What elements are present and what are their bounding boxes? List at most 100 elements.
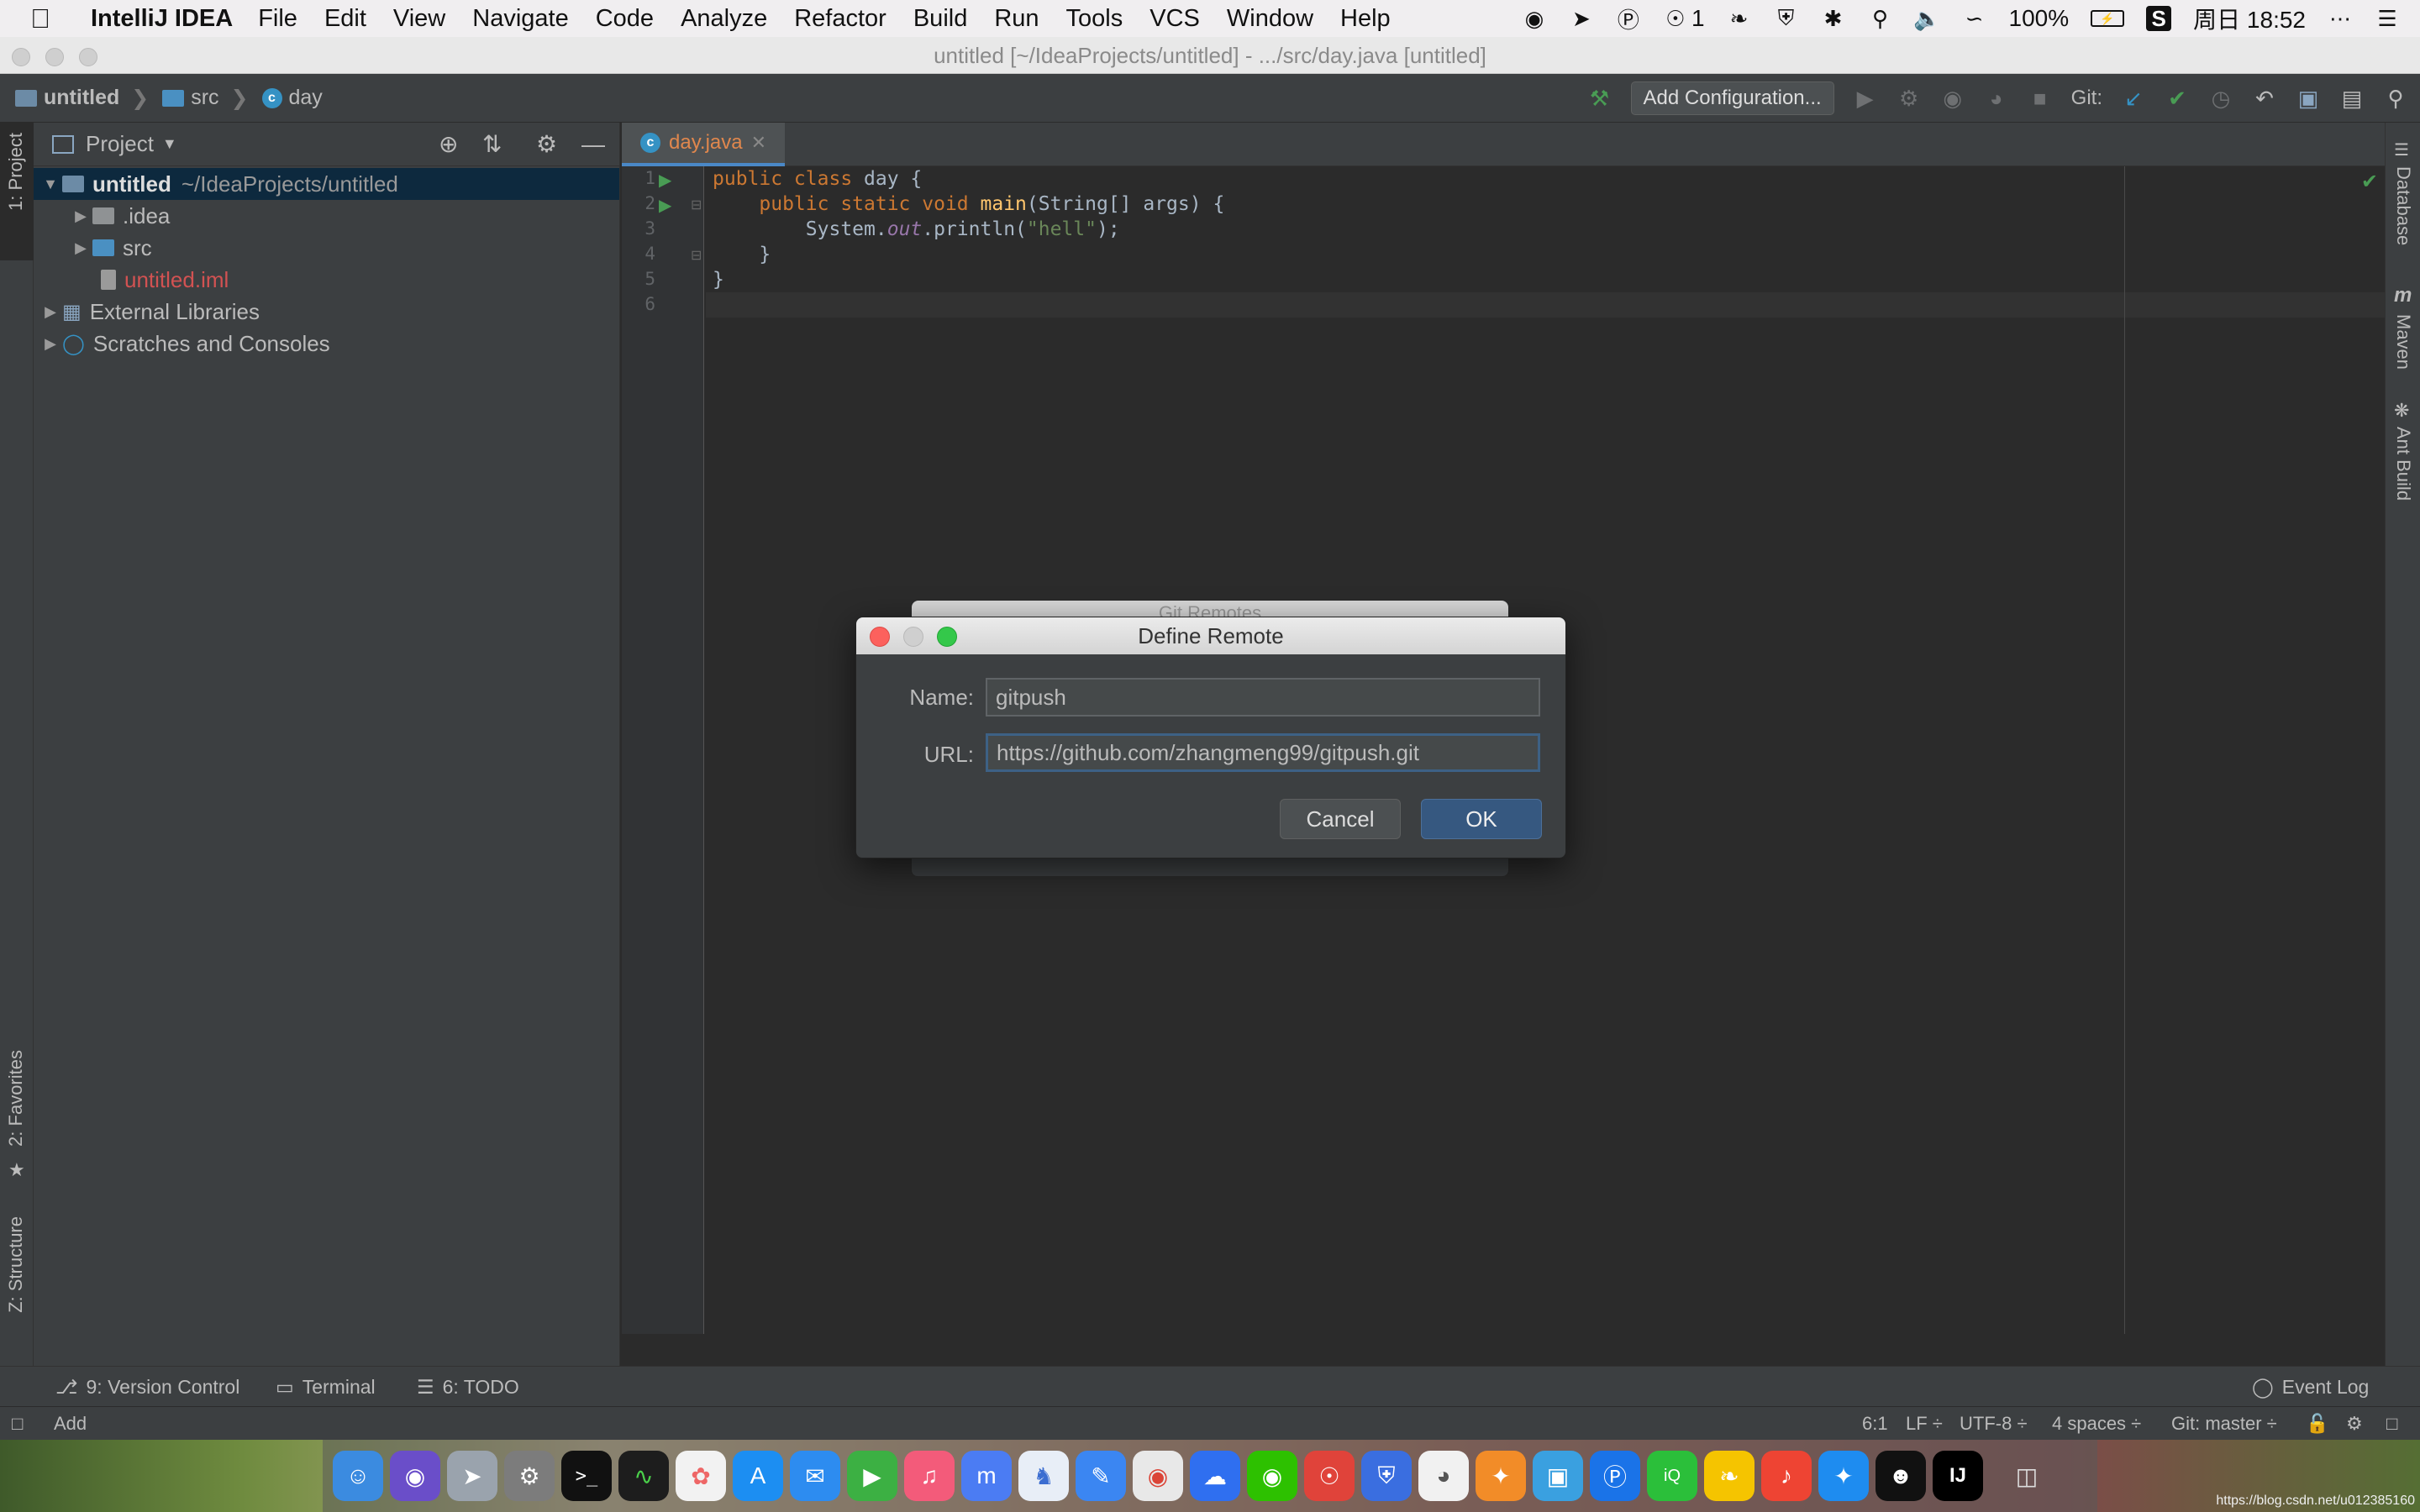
- cancel-button[interactable]: Cancel: [1280, 799, 1401, 839]
- shield-app-icon[interactable]: ⛨: [1361, 1451, 1412, 1501]
- trash-icon[interactable]: ◫: [2002, 1451, 2052, 1501]
- wifi-icon[interactable]: ∽: [1962, 6, 1987, 31]
- spotlight-search-icon[interactable]: ⚲: [1868, 6, 1893, 31]
- apple-icon[interactable]: : [30, 3, 64, 34]
- notification-center-icon[interactable]: ☰: [2375, 6, 2400, 31]
- git-branch-selector[interactable]: Git: master ÷: [2171, 1407, 2277, 1441]
- tab-day-java[interactable]: c day.java ✕: [622, 123, 786, 166]
- inspector-icon[interactable]: ⚙: [2346, 1407, 2363, 1441]
- memory-icon[interactable]: □: [2386, 1407, 2397, 1441]
- toggle-tool-windows-icon[interactable]: □: [12, 1407, 23, 1441]
- onepassword-tray-icon[interactable]: Ⓟ: [1616, 6, 1641, 33]
- breadcrumb-src[interactable]: src ❯: [162, 86, 253, 111]
- app-store-icon[interactable]: A: [733, 1451, 783, 1501]
- collapse-all-icon[interactable]: ⇅: [482, 130, 502, 158]
- terminal-app-icon[interactable]: >_: [561, 1451, 612, 1501]
- finder-icon[interactable]: ☺: [333, 1451, 383, 1501]
- battery-percent[interactable]: 100%: [2009, 5, 2070, 32]
- search-everywhere-icon[interactable]: ⚲: [2383, 86, 2408, 112]
- run-icon[interactable]: ▶: [1853, 86, 1878, 112]
- run-class-gutter-icon[interactable]: ▶: [659, 170, 671, 191]
- music-icon[interactable]: ♫: [904, 1451, 955, 1501]
- photos-icon[interactable]: ✿: [676, 1451, 726, 1501]
- notes-pen-icon[interactable]: ✎: [1076, 1451, 1126, 1501]
- indent-selector[interactable]: 4 spaces ÷: [2052, 1407, 2141, 1441]
- shield-tray-icon[interactable]: ⛨: [1774, 5, 1799, 31]
- tree-node-src[interactable]: ▶ src: [34, 232, 619, 264]
- bluetooth-icon[interactable]: ✱: [1821, 6, 1846, 31]
- collapsed-arrow-icon[interactable]: ▶: [69, 239, 92, 257]
- menu-code[interactable]: Code: [596, 5, 654, 33]
- add-configuration-button[interactable]: Add Configuration...: [1630, 81, 1834, 115]
- tool-tab-event-log[interactable]: ◯ Event Log: [2252, 1367, 2369, 1407]
- remote-url-field[interactable]: https://github.com/zhangmeng99/gitpush.g…: [986, 733, 1540, 772]
- menu-refactor[interactable]: Refactor: [794, 5, 886, 33]
- mindnode-icon[interactable]: m: [961, 1451, 1012, 1501]
- netease-music-icon[interactable]: ♪: [1761, 1451, 1812, 1501]
- launchpad-icon[interactable]: ➤: [447, 1451, 497, 1501]
- tool-tab-database[interactable]: Database: [2392, 166, 2414, 245]
- chevron-down-icon[interactable]: ▼: [162, 135, 177, 153]
- more-icon[interactable]: ⋯: [2328, 6, 2353, 31]
- caret-position[interactable]: 6:1: [1862, 1407, 1888, 1441]
- activity-monitor-icon[interactable]: ∿: [618, 1451, 669, 1501]
- wechat-icon[interactable]: ◉: [1247, 1451, 1297, 1501]
- close-dialog-icon[interactable]: [870, 627, 890, 647]
- system-preferences-icon[interactable]: ⚙: [504, 1451, 555, 1501]
- tool-tab-structure[interactable]: Z: Structure: [5, 1216, 27, 1313]
- menu-help[interactable]: Help: [1340, 5, 1391, 33]
- presentation-icon[interactable]: ▤: [2339, 86, 2365, 112]
- facetime-icon[interactable]: ▶: [847, 1451, 897, 1501]
- paw-app-icon[interactable]: ✦: [1476, 1451, 1526, 1501]
- tool-tab-todo[interactable]: ☰ 6: TODO: [417, 1367, 519, 1407]
- menu-tools[interactable]: Tools: [1066, 5, 1123, 33]
- onepassword-icon[interactable]: Ⓟ: [1590, 1451, 1640, 1501]
- git-update-icon[interactable]: ↙: [2121, 86, 2146, 112]
- menu-build[interactable]: Build: [913, 5, 968, 33]
- tree-node-idea[interactable]: ▶ .idea: [34, 200, 619, 232]
- butterfly-app-icon[interactable]: ❧: [1704, 1451, 1754, 1501]
- tree-node-scratches[interactable]: ▶ ◯ Scratches and Consoles: [34, 328, 619, 360]
- zoom-dialog-icon[interactable]: [937, 627, 957, 647]
- menu-vcs[interactable]: VCS: [1150, 5, 1200, 33]
- run-main-gutter-icon[interactable]: ▶: [659, 195, 671, 216]
- menu-analyze[interactable]: Analyze: [681, 5, 767, 33]
- siri-icon[interactable]: ◉: [390, 1451, 440, 1501]
- project-view-selector[interactable]: Project: [86, 131, 154, 157]
- safari-icon[interactable]: ✦: [1818, 1451, 1869, 1501]
- feather-tray-icon[interactable]: ❧: [1727, 6, 1752, 31]
- hide-panel-icon[interactable]: —: [581, 131, 605, 158]
- tool-tab-ant-build[interactable]: Ant Build: [2392, 427, 2414, 501]
- zoom-window-icon[interactable]: [79, 48, 97, 66]
- expanded-arrow-icon[interactable]: ▼: [39, 176, 62, 193]
- tool-tab-favorites[interactable]: 2: Favorites: [5, 1050, 27, 1147]
- tool-tab-project[interactable]: 1: Project: [5, 133, 27, 211]
- tool-tab-maven[interactable]: Maven: [2392, 314, 2414, 370]
- clock[interactable]: 周日 18:52: [2193, 2, 2306, 35]
- iqiyi-icon[interactable]: iQ: [1647, 1451, 1697, 1501]
- battery-icon[interactable]: ⚡: [2091, 10, 2125, 27]
- fold-icon[interactable]: ⊟: [691, 197, 702, 213]
- build-hammer-icon[interactable]: ⚒: [1587, 86, 1612, 112]
- breadcrumb-project[interactable]: untitled ❯: [15, 86, 154, 111]
- close-window-icon[interactable]: [12, 48, 30, 66]
- weibo-icon[interactable]: ☉: [1304, 1451, 1355, 1501]
- locate-target-icon[interactable]: ⊕: [439, 130, 458, 158]
- intellij-idea-icon[interactable]: IJ: [1933, 1451, 1983, 1501]
- menu-file[interactable]: File: [258, 5, 297, 33]
- preview-icon[interactable]: ▣: [1533, 1451, 1583, 1501]
- gear-icon[interactable]: ⚙: [536, 130, 557, 158]
- app-menu[interactable]: IntelliJ IDEA: [91, 5, 233, 33]
- chrome-icon[interactable]: ◉: [1133, 1451, 1183, 1501]
- collapsed-arrow-icon[interactable]: ▶: [69, 207, 92, 225]
- coverage-icon[interactable]: ◉: [1940, 86, 1965, 112]
- collapsed-arrow-icon[interactable]: ▶: [39, 335, 62, 353]
- ok-button[interactable]: OK: [1421, 799, 1542, 839]
- fold-icon[interactable]: ⊟: [691, 247, 702, 264]
- instruments-icon[interactable]: ♞: [1018, 1451, 1069, 1501]
- notification-tray[interactable]: ☉ 1: [1663, 5, 1704, 32]
- send-tray-icon[interactable]: ➤: [1569, 6, 1594, 31]
- menu-edit[interactable]: Edit: [324, 5, 366, 33]
- profile-icon[interactable]: ◕: [1984, 86, 2009, 112]
- line-separator-selector[interactable]: LF ÷: [1906, 1407, 1943, 1441]
